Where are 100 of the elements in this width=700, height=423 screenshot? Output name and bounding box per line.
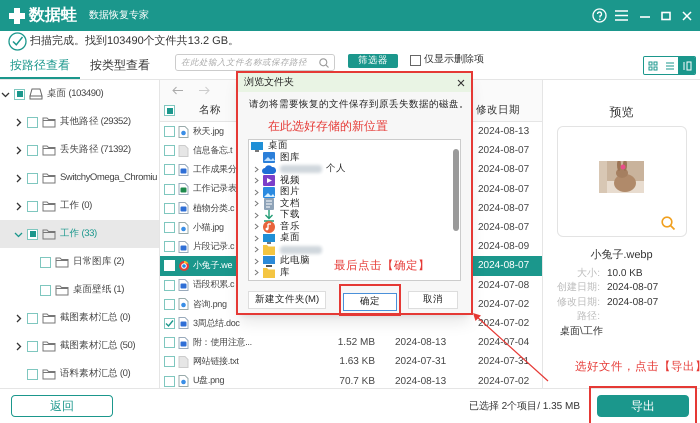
folder-label[interactable]: 库 bbox=[280, 266, 290, 278]
checkbox[interactable] bbox=[14, 88, 25, 100]
checkbox[interactable] bbox=[164, 222, 175, 234]
folder-icon bbox=[262, 266, 276, 279]
file-name[interactable]: 小猫.jpg bbox=[193, 220, 224, 234]
checkbox[interactable] bbox=[164, 337, 175, 348]
folder-icon bbox=[42, 172, 56, 184]
magnifier-icon[interactable] bbox=[660, 216, 676, 231]
file-name[interactable]: 秋天.jpg bbox=[193, 124, 224, 138]
folder-label[interactable]: 此电脑 bbox=[280, 255, 310, 267]
folder-label[interactable]: 下载 bbox=[280, 209, 300, 221]
folder-icon bbox=[42, 228, 56, 240]
tree-item-label[interactable]: 桌面 (103490) bbox=[47, 86, 104, 102]
file-name[interactable]: 工作记录表 bbox=[193, 182, 237, 196]
checkbox[interactable] bbox=[164, 164, 175, 176]
dialog-button[interactable]: 新建文件夹(M) bbox=[248, 291, 326, 310]
desktop-icon bbox=[250, 140, 264, 152]
file-name[interactable]: 信息备忘.t bbox=[193, 144, 232, 158]
dialog-button[interactable]: 取消 bbox=[408, 291, 458, 310]
tree-item-label[interactable]: 工作 (0) bbox=[60, 198, 92, 214]
checkbox[interactable] bbox=[27, 368, 38, 380]
folder-label[interactable]: 图片 bbox=[280, 186, 300, 198]
checkbox[interactable] bbox=[27, 116, 38, 128]
checkbox[interactable] bbox=[164, 105, 175, 116]
folder-label[interactable]: 音乐 bbox=[280, 220, 300, 232]
menu-icon[interactable] bbox=[615, 10, 628, 21]
file-name[interactable]: 网站链接.txt bbox=[193, 355, 239, 369]
chevron-down-icon[interactable] bbox=[1, 90, 10, 98]
checkbox[interactable] bbox=[164, 298, 175, 310]
scrollbar-thumb[interactable] bbox=[453, 149, 459, 232]
folder-label[interactable]: 图库 bbox=[280, 152, 300, 164]
checkbox[interactable] bbox=[27, 144, 38, 156]
view-tab[interactable]: 按类型查看 bbox=[80, 52, 160, 79]
folder-label[interactable]: 视频 bbox=[280, 174, 300, 186]
tree-item-label[interactable]: 截图素材汇总 (50) bbox=[60, 338, 136, 354]
folder-icon bbox=[42, 340, 56, 352]
annotation-text: 在此选好存储的新位置 bbox=[268, 118, 389, 136]
back-button[interactable]: 返回 bbox=[11, 395, 113, 417]
dialog-button[interactable]: 确定 bbox=[343, 293, 397, 312]
modified-date: 2024-08-07 bbox=[478, 260, 530, 272]
file-name[interactable]: 咨询.png bbox=[193, 298, 227, 312]
chevron-right-icon[interactable] bbox=[14, 118, 23, 126]
spreadsheet-file-icon bbox=[178, 183, 190, 196]
file-name[interactable]: 片段记录.c bbox=[193, 240, 234, 254]
document-file-icon bbox=[178, 279, 190, 292]
modified-date: 2024-08-07 bbox=[478, 202, 530, 214]
view-mode-button[interactable] bbox=[678, 57, 695, 74]
file-name[interactable]: U盘.png bbox=[193, 374, 224, 388]
checkbox[interactable] bbox=[164, 184, 175, 195]
checkbox[interactable] bbox=[164, 356, 175, 368]
filter-button[interactable]: 筛选器 bbox=[348, 54, 398, 68]
checkbox[interactable] bbox=[27, 340, 38, 352]
folder-icon bbox=[42, 368, 56, 380]
checkbox[interactable] bbox=[164, 145, 175, 156]
checkbox[interactable] bbox=[164, 202, 175, 214]
tree-item-label[interactable]: SwitchyOmega_Chromiu bbox=[60, 170, 158, 186]
chevron-right-icon[interactable] bbox=[14, 202, 23, 210]
tree-item-label[interactable]: 截图素材汇总 (0) bbox=[60, 310, 130, 326]
checkbox[interactable] bbox=[40, 256, 51, 268]
folder-label[interactable]: 个人 bbox=[326, 163, 346, 175]
selection-summary: 已选择 2个项目/ 1.35 MB bbox=[468, 400, 580, 414]
tree-item-label[interactable]: 其他路径 (29352) bbox=[60, 114, 131, 130]
maximize-icon[interactable] bbox=[661, 10, 671, 20]
column-header[interactable]: 名称 bbox=[199, 102, 221, 118]
file-name[interactable]: 植物分类.c bbox=[193, 202, 234, 216]
export-button[interactable]: 导出 bbox=[597, 395, 689, 417]
file-name[interactable]: 3周总结.doc bbox=[193, 316, 240, 330]
file-name[interactable]: 语段积累.c bbox=[193, 278, 234, 292]
checkbox[interactable] bbox=[40, 284, 51, 296]
folder-label[interactable]: 桌面 bbox=[268, 140, 288, 152]
checkbox[interactable] bbox=[164, 280, 175, 291]
checkbox[interactable] bbox=[164, 126, 175, 138]
tree-item-label[interactable]: 语料素材汇总 (0) bbox=[60, 366, 130, 382]
detail-value: 2024-08-07 bbox=[607, 296, 658, 310]
chevron-right-icon[interactable] bbox=[14, 314, 23, 322]
tree-item-label[interactable]: 丢失路径 (71392) bbox=[60, 142, 131, 158]
chevron-right-icon[interactable] bbox=[14, 146, 23, 154]
file-size: 1.52 MB bbox=[338, 337, 375, 348]
checkbox[interactable] bbox=[410, 54, 421, 66]
checkbox[interactable] bbox=[27, 172, 38, 184]
help-icon[interactable] bbox=[592, 8, 607, 23]
close-icon[interactable] bbox=[457, 78, 465, 86]
folder-label[interactable]: 桌面 bbox=[280, 232, 300, 244]
chevron-right-icon[interactable] bbox=[14, 342, 23, 350]
checkbox[interactable] bbox=[164, 318, 175, 329]
back-arrow-icon[interactable] bbox=[172, 86, 183, 94]
file-name[interactable]: 附：使用注意... bbox=[193, 336, 252, 350]
folder-label[interactable]: 文档 bbox=[280, 198, 300, 210]
tree-item-label[interactable]: 日常图库 (2) bbox=[73, 254, 124, 270]
checkbox[interactable] bbox=[164, 241, 175, 252]
detail-value: 2024-08-07 bbox=[607, 281, 658, 296]
search-field[interactable]: 在此处输入文件名称或保存路径 bbox=[175, 54, 335, 71]
file-name[interactable]: 小兔子.we bbox=[193, 259, 232, 273]
checkbox[interactable] bbox=[27, 312, 38, 324]
file-name[interactable]: 工作成果分 bbox=[193, 163, 237, 177]
chevron-right-icon[interactable] bbox=[14, 174, 23, 182]
tree-item-label[interactable]: 桌面壁纸 (1) bbox=[73, 282, 124, 298]
checkbox[interactable] bbox=[27, 200, 38, 212]
checkbox[interactable] bbox=[164, 376, 175, 387]
checkbox[interactable] bbox=[27, 228, 38, 240]
